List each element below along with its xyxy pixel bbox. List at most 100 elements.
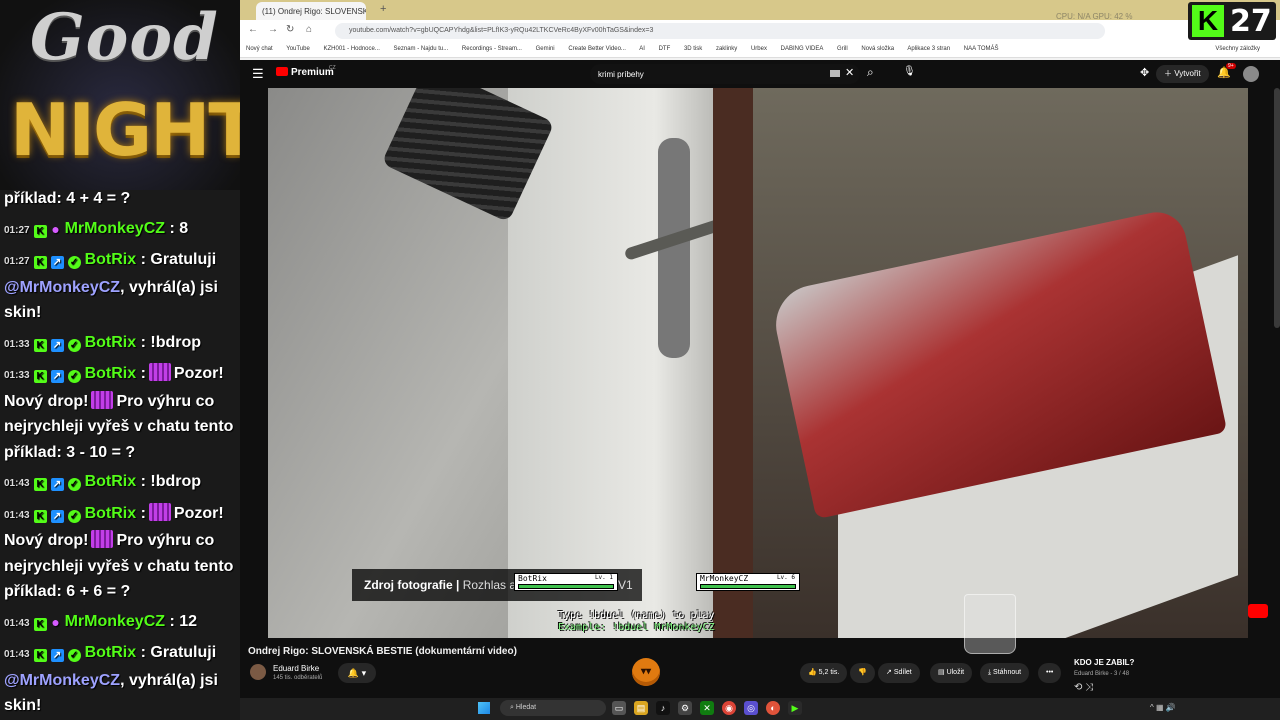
notifications-bell-button[interactable]: 🔔 ▾ (338, 663, 376, 683)
bookmark-folder[interactable]: Nová složka (861, 46, 894, 52)
new-tab-button[interactable]: + (380, 3, 386, 15)
obs-icon[interactable]: ◎ (744, 701, 758, 715)
all-bookmarks[interactable]: Všechny záložky (1215, 46, 1260, 52)
chat-messages: příklad: 4 + 4 = ? 01:27 K ● MrMonkeyCZ : 8… (0, 188, 240, 720)
bot-badge-icon: ↗ (50, 370, 64, 383)
search-input[interactable]: krimi príbehy (590, 64, 860, 84)
dislike-button[interactable]: 👎 (850, 663, 875, 683)
chat-username[interactable]: MrMonkeyCZ (65, 220, 165, 237)
like-button[interactable]: 👍 5,2 tis. (800, 663, 848, 683)
bookmark-folder[interactable]: NAA TOMÁŠ (964, 46, 999, 52)
emote-icon (91, 390, 114, 409)
avatar[interactable] (1243, 66, 1259, 82)
chevron-up-icon[interactable]: ^ (1150, 703, 1154, 712)
browser-app-icon[interactable]: ◐ (766, 701, 780, 715)
channel-avatar[interactable] (250, 664, 266, 680)
bot-badge-icon: ↗ (50, 338, 64, 352)
kick-app-icon[interactable]: ▶ (788, 701, 802, 715)
bookmark-folder[interactable]: Urbex (751, 46, 767, 52)
kick-viewer-counter: K 27 (1188, 2, 1276, 40)
chat-text: : 8 (169, 219, 189, 237)
bookmark-item[interactable]: Create Better Video... (568, 46, 626, 52)
chat-username[interactable]: BotRix (85, 365, 137, 382)
chat-username[interactable]: BotRix (85, 644, 137, 661)
chat-username[interactable]: BotRix (85, 505, 137, 522)
bookmark-folder[interactable]: Grill (837, 46, 848, 52)
home-icon[interactable]: ⌂ (306, 24, 312, 35)
kick-logo-icon: K (1192, 5, 1224, 37)
chrome-icon[interactable]: ◉ (722, 701, 736, 715)
chat-username[interactable]: MrMonkeyCZ (65, 613, 165, 630)
playlist-card[interactable]: KDO JE ZABIL? Eduard Birke - 3 / 48 ⟲ ⤨ (1066, 654, 1266, 700)
clear-icon[interactable]: ✕ (845, 66, 854, 79)
keyboard-icon[interactable] (830, 70, 840, 77)
save-button[interactable]: ▤ Uložit (930, 663, 973, 683)
create-button[interactable]: ＋ Vytvořit (1156, 65, 1209, 83)
duel-name: BotRix (518, 574, 547, 583)
duel-level: Lv. 1 (594, 574, 613, 581)
timestamp: 01:27 (4, 224, 30, 236)
shuffle-icon[interactable]: ⤨ (1085, 682, 1093, 693)
chat-message: 01:33 K ↗ ✓ BotRix : !bdrop (0, 328, 240, 360)
bookmark-item[interactable]: KZH001 - Hodnoce... (324, 46, 380, 52)
bookmark-folder[interactable]: DABING VIDEA (781, 46, 824, 52)
tiktok-icon[interactable]: ♪ (656, 701, 670, 715)
youtube-premium-label[interactable]: Premium (291, 67, 334, 78)
timestamp: 01:43 (4, 509, 30, 521)
search-icon[interactable]: ⌕ (867, 65, 874, 80)
chat-text: příklad: 4 + 4 = ? (4, 190, 131, 207)
chat-message: 01:43 K ↗ ✓ BotRix : !bdrop (0, 467, 240, 499)
mic-icon[interactable]: 🎙 (903, 66, 916, 77)
region-code: CZ (329, 65, 336, 71)
bookmark-item[interactable]: Nový chat (246, 46, 273, 52)
menu-icon[interactable]: ☰ (252, 66, 264, 82)
forward-icon[interactable]: → (268, 24, 278, 35)
youtube-mini-icon[interactable] (1248, 604, 1268, 618)
bookmark-folder[interactable]: Aplikace 3 stran (907, 46, 950, 52)
task-view-icon[interactable]: ▭ (612, 701, 626, 715)
chat-username[interactable]: BotRix (85, 334, 137, 351)
network-icon[interactable]: ▦ (1156, 703, 1164, 712)
bookmark-folder[interactable]: 3D tisk (684, 46, 702, 52)
bookmark-folder[interactable]: DTF (659, 46, 671, 52)
pumpkin-sprite-icon: ▾▾ (632, 658, 660, 686)
back-icon[interactable]: ← (248, 24, 258, 35)
share-button[interactable]: ↗ Sdílet (878, 663, 920, 683)
taskbar-search[interactable]: ⌕ Hledat (500, 700, 606, 716)
verified-badge-icon: ✓ (67, 370, 81, 383)
hp-bar (518, 584, 614, 589)
like-count: 5,2 tis. (818, 669, 840, 676)
windows-start-icon[interactable] (478, 702, 490, 714)
url-field[interactable]: youtube.com/watch?v=gbUQCAPYhdg&list=PLf… (335, 23, 1105, 39)
kick-badge-icon: K (33, 617, 47, 631)
mic-badge-icon: ● (51, 613, 60, 630)
youtube-logo-icon[interactable] (276, 67, 288, 76)
video-player[interactable]: Zdroj fotografie | Rozhlas a t V1 BotRix… (268, 88, 1248, 638)
good-night-banner: Good NIGHT (0, 0, 240, 190)
chat-username[interactable]: BotRix (85, 473, 137, 490)
video-title: Ondrej Rigo: SLOVENSKÁ BESTIE (dokumentá… (248, 646, 517, 657)
chat-username[interactable]: BotRix (85, 251, 137, 268)
chat-message: 01:33 K ↗ ✓ BotRix : Pozor! Nový drop! Pro výh… (0, 359, 240, 467)
chat-mention[interactable]: @MrMonkeyCZ (4, 672, 120, 689)
volume-icon[interactable]: 🔊 (1166, 703, 1176, 712)
download-button[interactable]: ⤓ Stáhnout (980, 663, 1030, 683)
settings-gear-icon[interactable]: ⚙ (678, 701, 692, 715)
bookmark-item[interactable]: Seznam - Najdu tu... (394, 46, 449, 52)
bookmark-item[interactable]: YouTube (286, 46, 310, 52)
tab-youtube[interactable]: (11) Ondrej Rigo: SLOVENSKÁ (256, 2, 366, 20)
extension-icon[interactable]: ✥ (1140, 66, 1149, 79)
chat-mention[interactable]: @MrMonkeyCZ (4, 279, 120, 296)
reload-icon[interactable]: ↻ (286, 24, 294, 35)
channel-name[interactable]: Eduard Birke (273, 664, 319, 673)
timestamp: 01:33 (4, 370, 30, 381)
file-explorer-icon[interactable]: ▤ (634, 701, 648, 715)
scrollbar[interactable] (1274, 88, 1280, 328)
bookmark-item[interactable]: Gemini (536, 46, 555, 52)
xbox-icon[interactable]: ✕ (700, 701, 714, 715)
bookmark-item[interactable]: Recordings - Stream... (462, 46, 522, 52)
more-button[interactable]: ••• (1038, 663, 1062, 683)
bookmark-folder[interactable]: AI (639, 46, 645, 52)
bookmark-folder[interactable]: zaklinky (716, 46, 737, 52)
loop-icon[interactable]: ⟲ (1074, 682, 1082, 693)
